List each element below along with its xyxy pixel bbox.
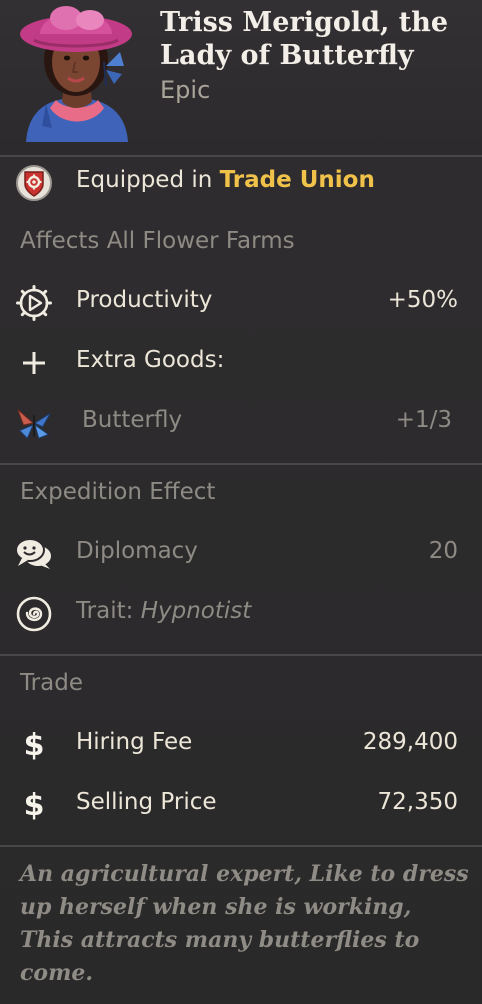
selling-price-row: $ Selling Price 72,350 xyxy=(0,783,482,827)
equipped-building-link[interactable]: Trade Union xyxy=(220,167,375,193)
goods-item-butterfly: Butterfly +1/3 xyxy=(0,401,482,445)
extra-goods-row: Extra Goods: xyxy=(0,341,482,385)
spiral-icon xyxy=(14,594,54,634)
diplomacy-row: Diplomacy 20 xyxy=(0,532,482,576)
butterfly-icon xyxy=(14,403,54,443)
hero-tooltip-card: Triss Merigold, the Lady of Butterfly Ep… xyxy=(0,0,482,1004)
hiring-fee-value: 289,400 xyxy=(362,729,458,755)
trade-section-title: Trade xyxy=(20,670,83,696)
dollar-icon: $ xyxy=(14,785,54,825)
extra-goods-label: Extra Goods: xyxy=(76,347,225,373)
expedition-section-title: Expedition Effect xyxy=(20,479,216,505)
selling-price-value: 72,350 xyxy=(377,789,458,815)
affects-section-title: Affects All Flower Farms xyxy=(20,228,295,254)
selling-price-label: Selling Price xyxy=(76,789,217,815)
dollar-icon: $ xyxy=(14,725,54,765)
productivity-label: Productivity xyxy=(76,287,213,313)
productivity-gear-icon xyxy=(14,283,54,323)
divider xyxy=(0,463,482,465)
diplomacy-label: Diplomacy xyxy=(76,538,198,564)
dollar-icon-glyph: $ xyxy=(23,727,45,763)
productivity-row: Productivity +50% xyxy=(0,281,482,325)
divider xyxy=(0,654,482,656)
goods-butterfly-value: +1/3 xyxy=(395,407,452,433)
hero-rarity: Epic xyxy=(160,76,211,104)
hero-portrait-icon xyxy=(20,6,132,142)
hero-title: Triss Merigold, the Lady of Butterfly xyxy=(160,7,449,71)
hiring-fee-label: Hiring Fee xyxy=(76,729,193,755)
speech-bubbles-icon xyxy=(14,534,54,574)
shield-gear-icon xyxy=(14,163,54,203)
goods-butterfly-label: Butterfly xyxy=(82,407,183,433)
trait-prefix: Trait: xyxy=(76,598,141,624)
trait-value: Hypnotist xyxy=(140,598,252,624)
equipped-prefix: Equipped in xyxy=(76,167,220,193)
trait-label: Trait: Hypnotist xyxy=(76,598,251,624)
hiring-fee-row: $ Hiring Fee 289,400 xyxy=(0,723,482,767)
productivity-value: +50% xyxy=(387,287,458,313)
divider xyxy=(0,155,482,157)
trait-row: Trait: Hypnotist xyxy=(0,592,482,636)
equipped-label: Equipped in Trade Union xyxy=(76,167,375,193)
hero-description: An agricultural expert, Like to dress up… xyxy=(20,861,469,986)
divider xyxy=(0,845,482,847)
dollar-icon-glyph: $ xyxy=(23,787,45,823)
hero-header: Triss Merigold, the Lady of Butterfly Ep… xyxy=(0,0,482,155)
diplomacy-value: 20 xyxy=(428,538,458,564)
equipped-row: Equipped in Trade Union xyxy=(0,161,482,205)
plus-icon xyxy=(14,343,54,383)
